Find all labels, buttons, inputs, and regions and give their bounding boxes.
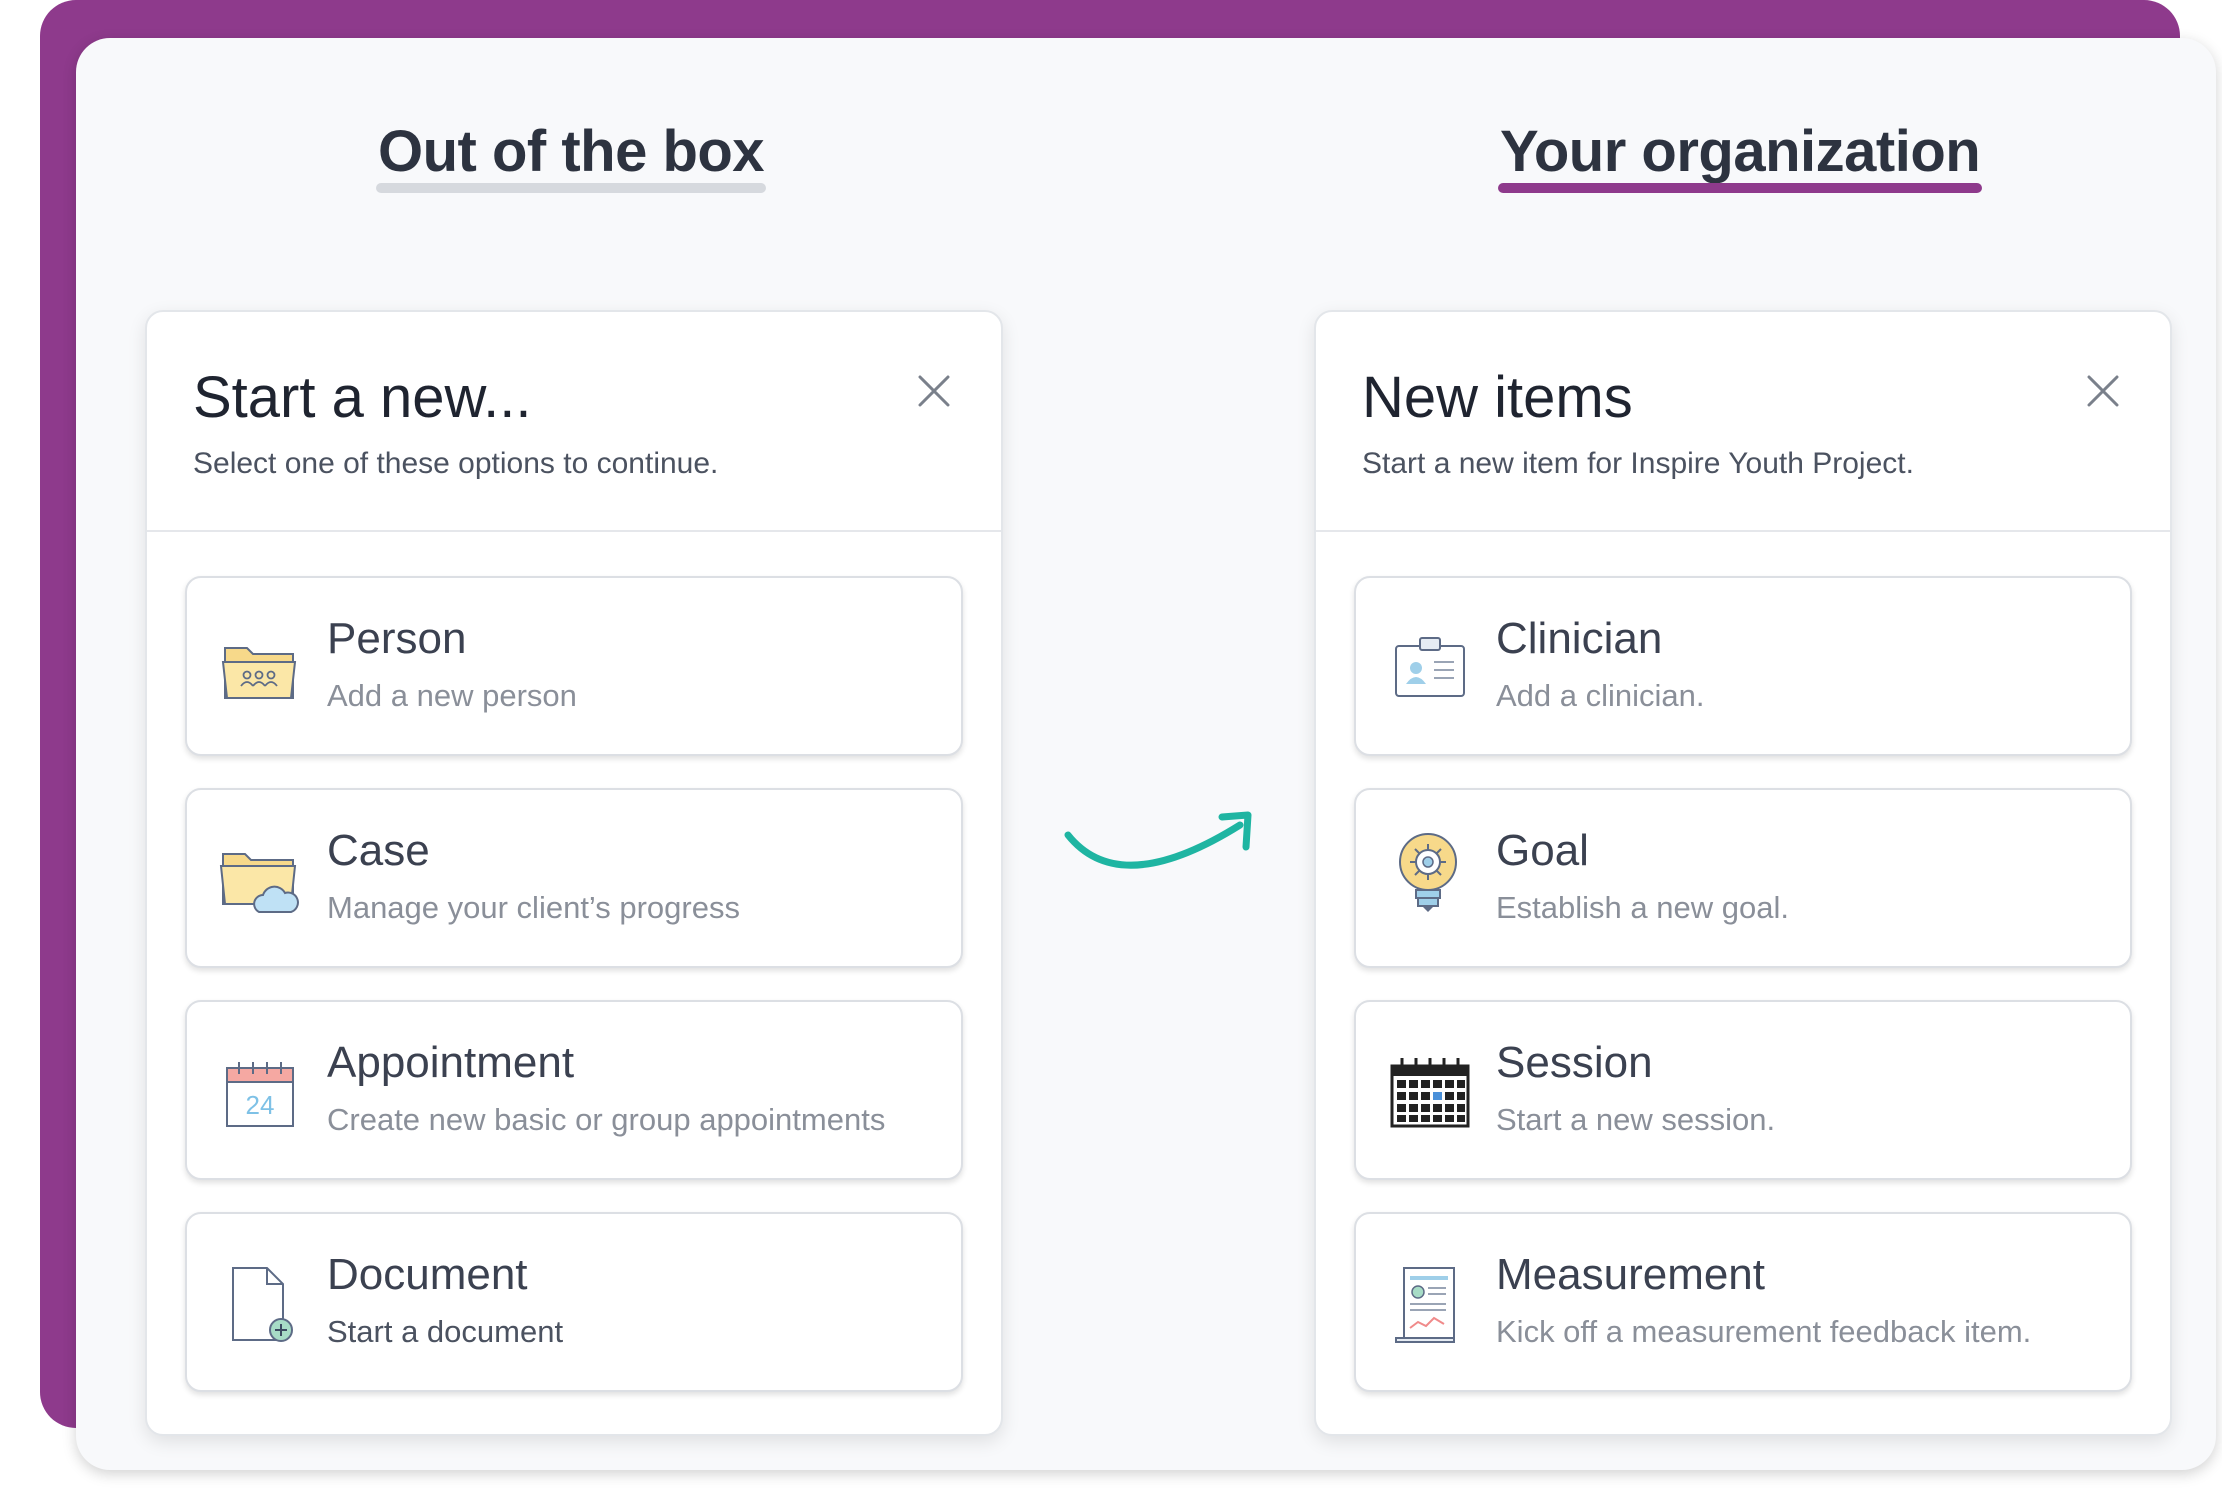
option-title: Case <box>327 826 430 875</box>
calendar-24-icon: 24 <box>226 1062 294 1127</box>
option-case[interactable]: Case Manage your client’s progress <box>185 788 963 968</box>
heading-out-of-the-box: Out of the box <box>376 118 767 193</box>
option-session[interactable]: Session Start a new session. <box>1354 1000 2132 1180</box>
option-appointment[interactable]: 24 Appointment Create new basic or group… <box>185 1000 963 1180</box>
id-badge-icon <box>1395 637 1465 697</box>
heading-left-text: Out of the box <box>378 119 765 184</box>
dialog-header: New items Start a new item for Inspire Y… <box>1316 312 2170 532</box>
option-title: Clinician <box>1496 614 1663 663</box>
lightbulb-gear-icon <box>1399 833 1457 912</box>
option-title: Session <box>1496 1038 1653 1087</box>
option-subtitle: Start a document <box>327 1314 564 1349</box>
document-add-icon <box>232 1267 293 1342</box>
heading-right-text: Your organization <box>1500 119 1981 184</box>
close-icon[interactable] <box>2086 374 2120 408</box>
option-title: Person <box>327 614 467 663</box>
transform-arrow-icon <box>1064 811 1252 869</box>
option-subtitle: Manage your client’s progress <box>327 890 740 925</box>
option-clinician[interactable]: Clinician Add a clinician. <box>1354 576 2132 756</box>
heading-left-underline <box>376 183 767 193</box>
option-subtitle: Add a new person <box>327 678 577 713</box>
svg-text:24: 24 <box>246 1090 275 1120</box>
option-title: Goal <box>1496 826 1589 875</box>
option-subtitle: Establish a new goal. <box>1496 890 1789 925</box>
option-title: Appointment <box>327 1038 575 1087</box>
option-subtitle: Create new basic or group appointments <box>327 1102 886 1137</box>
dialog-header: Start a new... Select one of these optio… <box>147 312 1001 532</box>
report-chart-icon <box>1395 1267 1455 1343</box>
folder-people-icon <box>221 647 297 699</box>
close-icon[interactable] <box>917 374 951 408</box>
option-person[interactable]: Person Add a new person <box>185 576 963 756</box>
option-title: Measurement <box>1496 1250 1766 1299</box>
option-document[interactable]: Document Start a document <box>185 1212 963 1392</box>
option-goal[interactable]: Goal Establish a new goal. <box>1354 788 2132 968</box>
option-subtitle: Add a clinician. <box>1496 678 1705 713</box>
option-measurement[interactable]: Measurement Kick off a measurement feedb… <box>1354 1212 2132 1392</box>
calendar-grid-icon <box>1390 1058 1470 1128</box>
heading-your-organization: Your organization <box>1498 118 1983 193</box>
start-new-dialog: Start a new... Select one of these optio… <box>145 310 1003 1436</box>
option-subtitle: Kick off a measurement feedback item. <box>1496 1314 2032 1349</box>
option-subtitle: Start a new session. <box>1496 1102 1776 1137</box>
folder-cloud-icon <box>219 853 299 913</box>
dialog-title: New items <box>1362 365 1633 430</box>
dialog-subtitle: Start a new item for Inspire Youth Proje… <box>1362 447 1914 480</box>
heading-right-underline <box>1498 183 1983 193</box>
dialog-title: Start a new... <box>193 365 532 430</box>
new-items-dialog: New items Start a new item for Inspire Y… <box>1314 310 2172 1436</box>
option-title: Document <box>327 1250 528 1299</box>
dialog-subtitle: Select one of these options to continue. <box>193 447 719 480</box>
